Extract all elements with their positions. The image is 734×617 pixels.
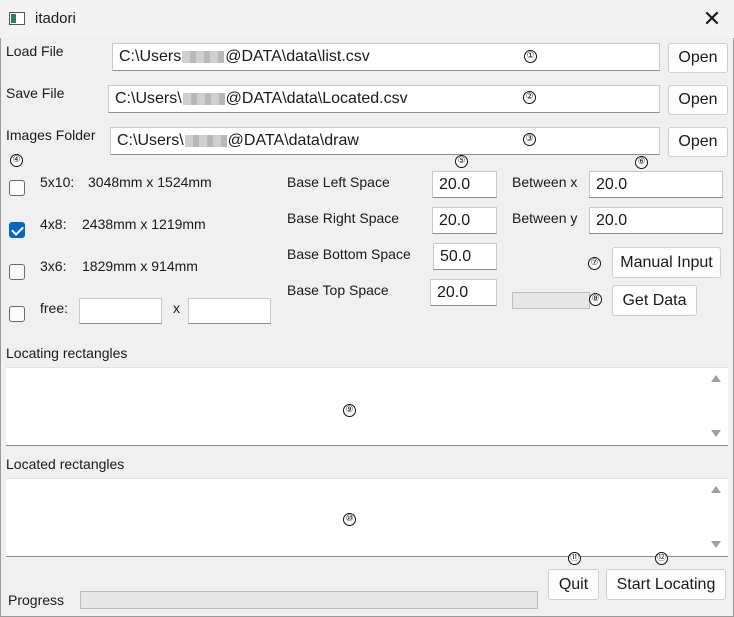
base-top-space-label: Base Top Space	[287, 282, 389, 298]
images-folder-label: Images Folder	[6, 127, 96, 143]
marker-11: ⑪	[568, 552, 581, 565]
marker-8: ⑧	[589, 293, 602, 306]
window-title: itadori	[35, 10, 76, 27]
get-data-button[interactable]: Get Data	[612, 285, 697, 316]
marker-6: ⑥	[635, 156, 648, 169]
base-right-space-input[interactable]: 20.0	[432, 207, 497, 234]
load-path-suffix: @DATA\data\list.csv	[225, 48, 370, 65]
get-data-progress-bar	[512, 292, 590, 309]
title-bar[interactable]: itadori ✕	[0, 0, 734, 38]
size-5x10-dims: 3048mm x 1524mm	[88, 174, 212, 190]
save-file-label: Save File	[6, 85, 65, 101]
locating-rectangles-list[interactable]	[6, 367, 728, 446]
size-3x6-dims: 1829mm x 914mm	[82, 258, 198, 274]
scroll-up-icon[interactable]	[711, 486, 721, 493]
base-bottom-space-input[interactable]: 50.0	[433, 243, 497, 270]
marker-1: ①	[524, 50, 537, 63]
size-5x10-name: 5x10:	[40, 174, 75, 190]
masked-username	[184, 134, 227, 147]
images-path-prefix: C:\Users\	[117, 132, 184, 149]
images-open-button[interactable]: Open	[668, 127, 728, 157]
locating-rectangles-label: Locating rectangles	[6, 345, 128, 361]
manual-input-button[interactable]: Manual Input	[612, 247, 721, 278]
located-rectangles-label: Located rectangles	[6, 456, 125, 472]
load-file-label: Load File	[6, 43, 64, 59]
marker-10: ⑩	[343, 513, 356, 526]
between-y-input[interactable]: 20.0	[589, 207, 723, 234]
progress-label: Progress	[8, 592, 65, 608]
start-locating-button[interactable]: Start Locating	[606, 569, 726, 600]
scroll-up-icon[interactable]	[711, 375, 721, 382]
size-free-label: free:	[40, 300, 69, 316]
between-y-label: Between y	[512, 210, 578, 226]
free-width-input[interactable]	[79, 298, 162, 324]
base-top-space-input[interactable]: 20.0	[430, 279, 497, 306]
scroll-down-icon[interactable]	[711, 430, 721, 437]
size-4x8-checkbox[interactable]	[9, 222, 25, 238]
marker-12: ⑫	[655, 552, 668, 565]
between-x-input[interactable]: 20.0	[589, 171, 723, 198]
load-file-field[interactable]: C:\Users @DATA\data\list.csv	[112, 43, 660, 71]
save-open-button[interactable]: Open	[668, 85, 728, 115]
between-x-label: Between x	[512, 174, 578, 190]
located-rectangles-list[interactable]	[6, 478, 728, 557]
masked-username	[182, 50, 225, 63]
app-icon	[9, 12, 25, 25]
masked-username	[182, 92, 225, 105]
size-3x6-name: 3x6:	[40, 258, 67, 274]
save-path-suffix: @DATA\data\Located.csv	[225, 90, 408, 107]
size-4x8-name: 4x8:	[40, 216, 67, 232]
base-right-space-label: Base Right Space	[287, 210, 400, 226]
quit-button[interactable]: Quit	[548, 569, 599, 600]
free-x-label: x	[173, 300, 180, 316]
images-folder-field[interactable]: C:\Users\ @DATA\data\draw	[110, 127, 660, 155]
free-height-input[interactable]	[188, 298, 271, 324]
size-4x8-dims: 2438mm x 1219mm	[82, 216, 206, 232]
size-5x10-checkbox[interactable]	[9, 180, 25, 196]
base-left-space-label: Base Left Space	[287, 174, 390, 190]
marker-9: ⑨	[343, 404, 356, 417]
scroll-down-icon[interactable]	[711, 541, 721, 548]
marker-3: ③	[523, 133, 536, 146]
base-left-space-input[interactable]: 20.0	[432, 171, 497, 198]
images-path-suffix: @DATA\data\draw	[227, 132, 359, 149]
load-open-button[interactable]: Open	[668, 43, 728, 73]
size-free-checkbox[interactable]	[9, 306, 25, 322]
size-3x6-checkbox[interactable]	[9, 264, 25, 280]
save-file-field[interactable]: C:\Users\ @DATA\data\Located.csv	[108, 85, 660, 113]
load-path-prefix: C:\Users	[119, 48, 182, 65]
close-icon[interactable]: ✕	[690, 0, 734, 38]
base-bottom-space-label: Base Bottom Space	[287, 246, 411, 262]
marker-7: ⑦	[588, 257, 601, 270]
marker-2: ②	[523, 91, 536, 104]
marker-4: ④	[10, 154, 23, 167]
main-progress-bar	[80, 591, 538, 609]
save-path-prefix: C:\Users\	[115, 90, 182, 107]
marker-5: ⑤	[455, 155, 468, 168]
